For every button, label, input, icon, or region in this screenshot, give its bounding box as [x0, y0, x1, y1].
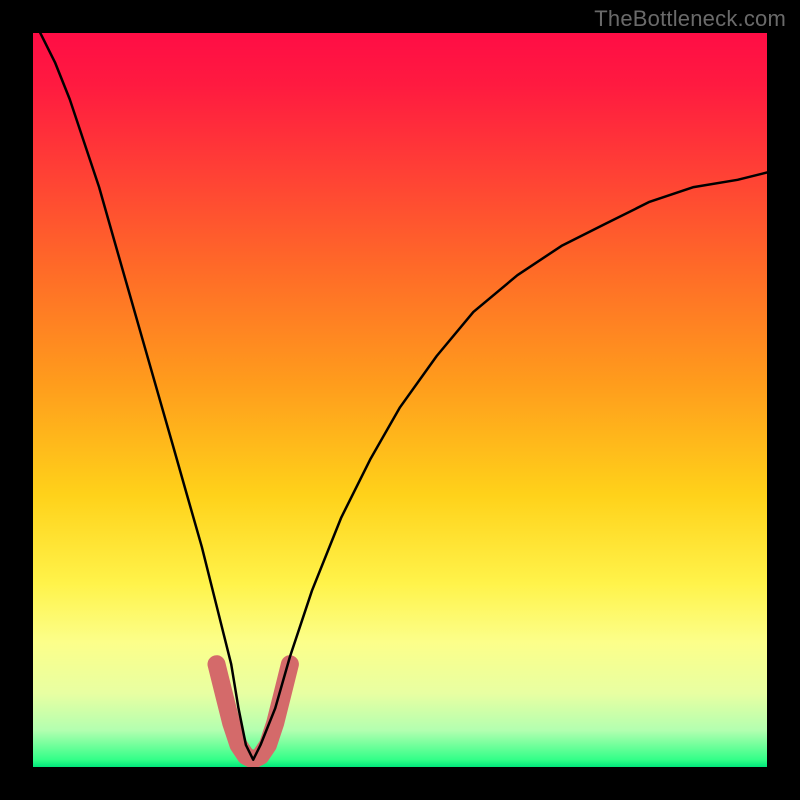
- bottleneck-curve-path: [40, 33, 767, 760]
- plot-area: [33, 33, 767, 767]
- watermark-label: TheBottleneck.com: [594, 6, 786, 32]
- chart-frame: TheBottleneck.com: [0, 0, 800, 800]
- curve-layer: [33, 33, 767, 767]
- valley-highlight-path: [217, 664, 290, 760]
